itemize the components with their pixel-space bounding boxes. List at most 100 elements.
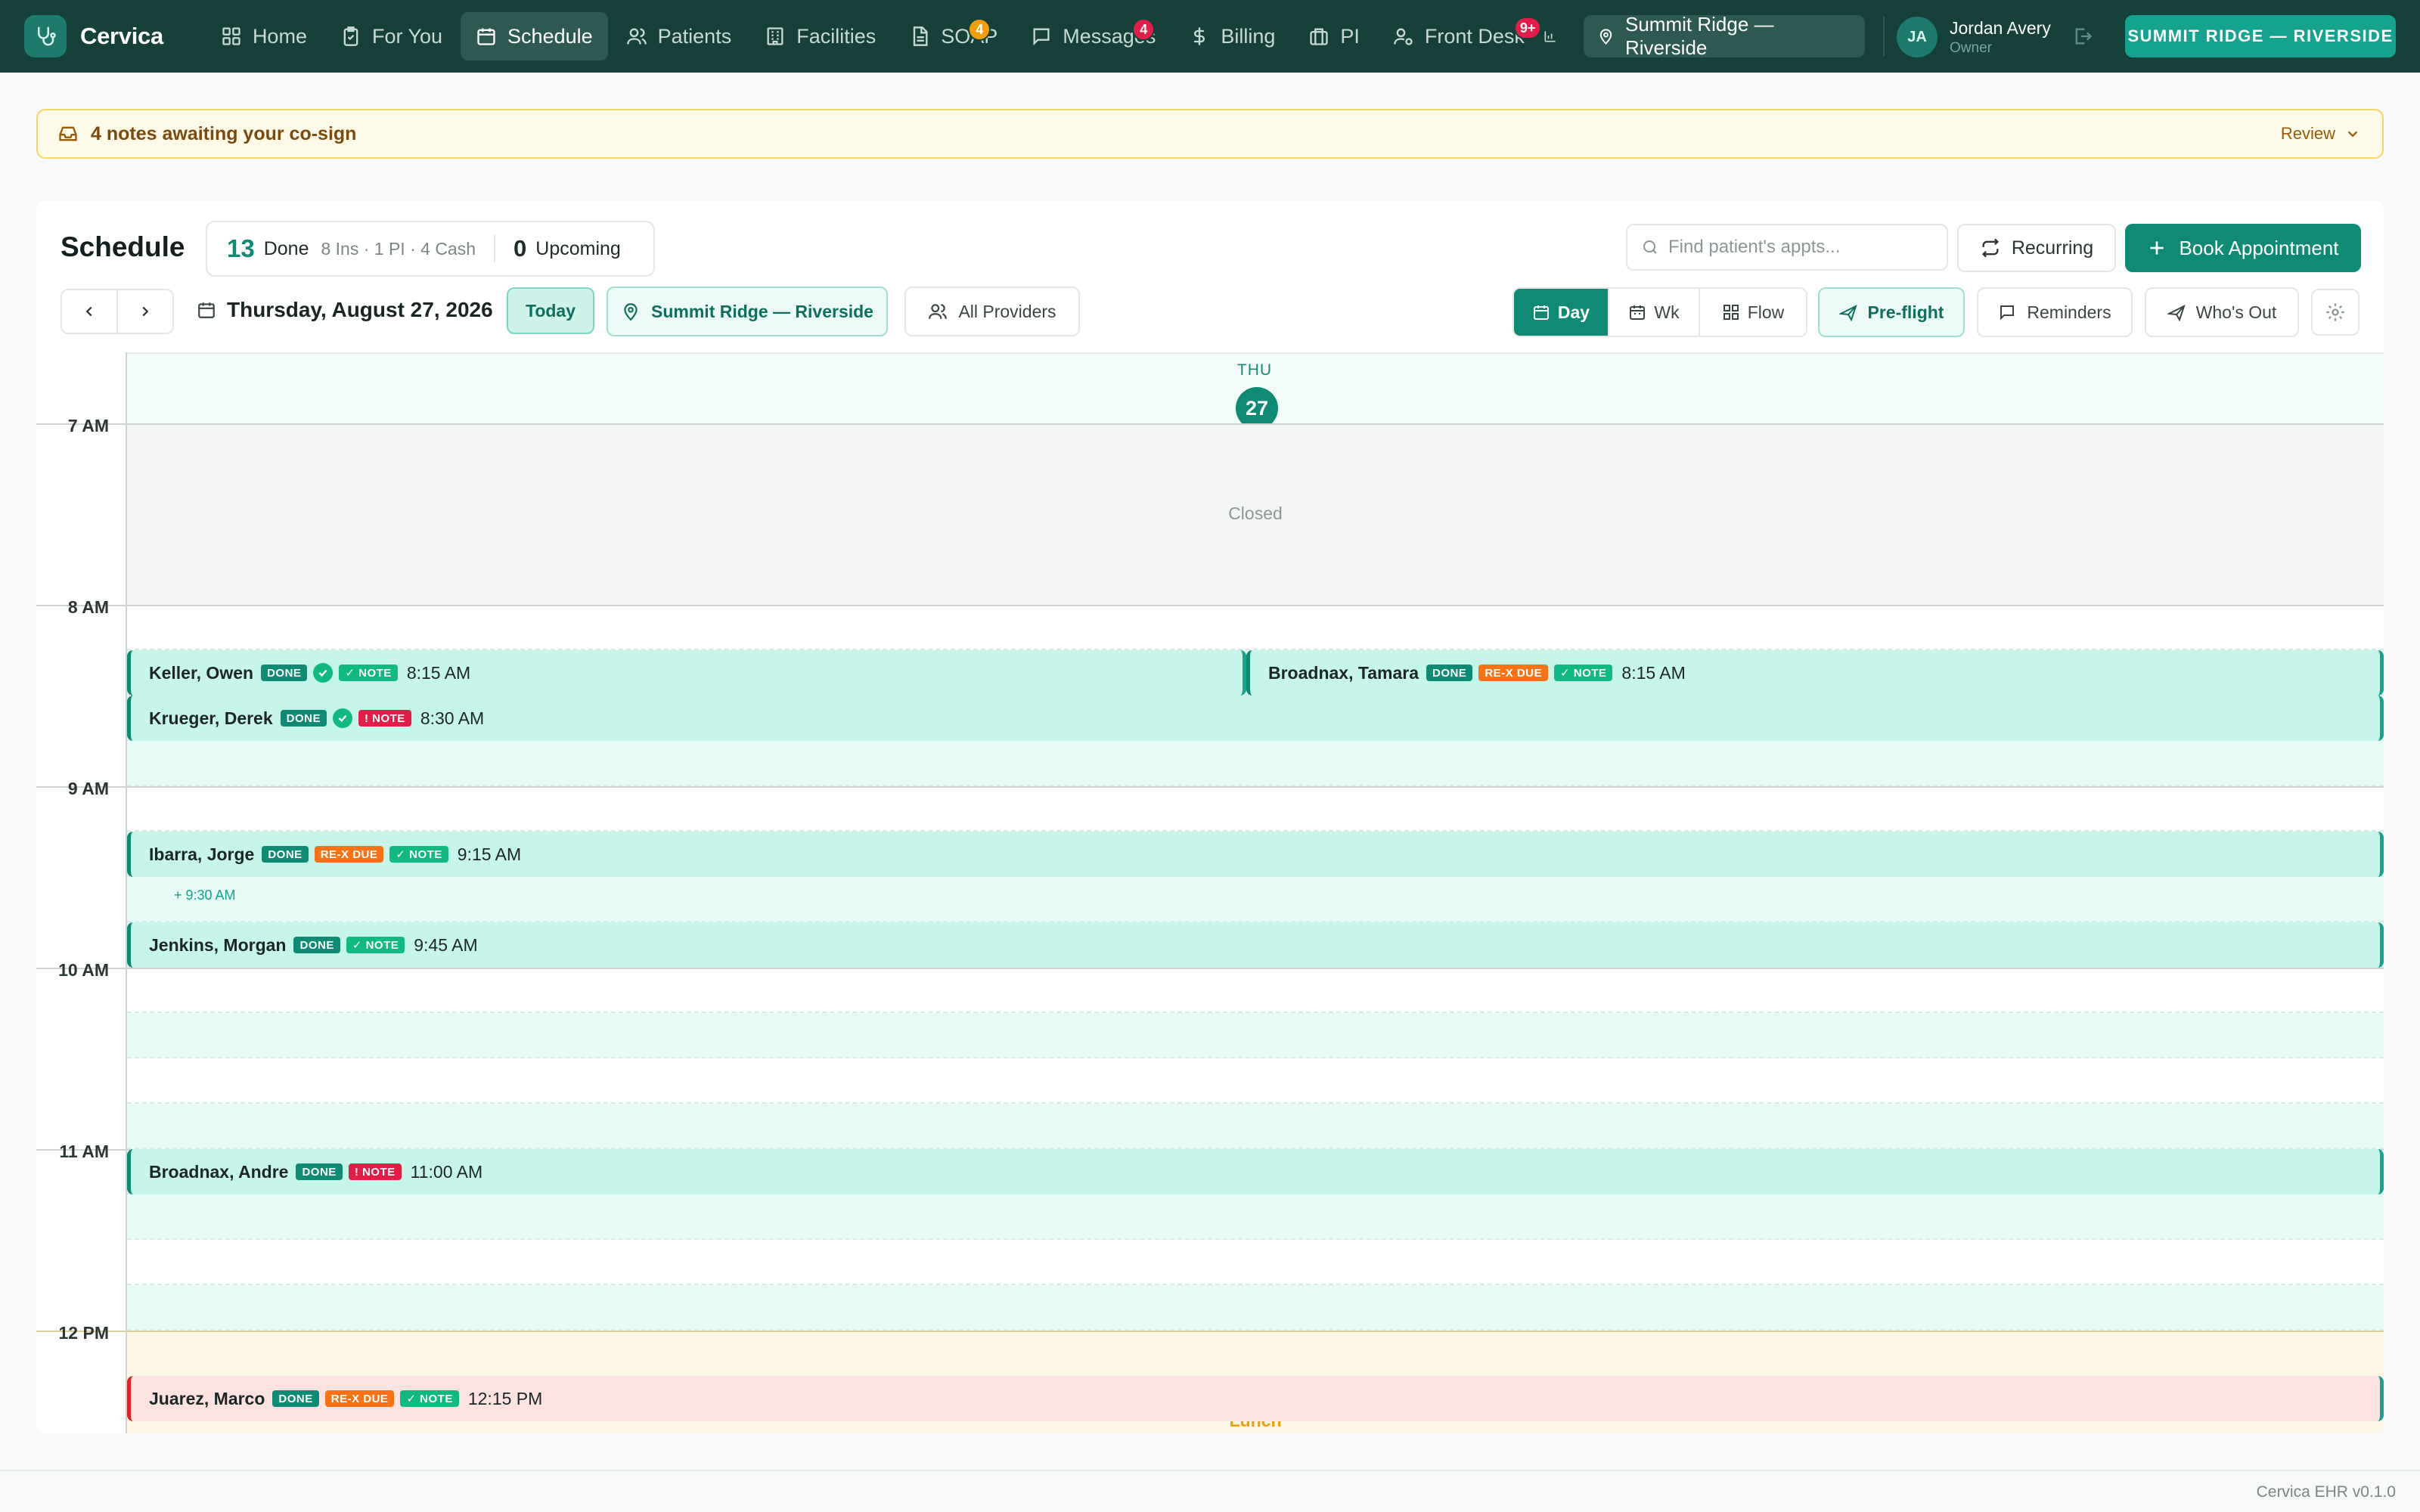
search-icon <box>1643 240 1657 254</box>
appointment-card[interactable]: Krueger, Derek DONE ! NOTE 8:30 AM <box>127 696 2384 741</box>
chat-icon <box>1033 28 1050 46</box>
nav-label: Schedule <box>507 24 593 48</box>
preflight-button[interactable]: Pre-flight <box>1818 287 1965 337</box>
nav-item-front-desk[interactable]: Front Desk 9+ <box>1378 12 1542 60</box>
whos-out-label: Who's Out <box>2195 302 2277 322</box>
logout-icon[interactable] <box>2072 26 2093 47</box>
building-icon <box>767 27 783 45</box>
note-complete-tag: ✓ NOTE <box>339 665 398 681</box>
appointment-card[interactable]: Broadnax, Tamara DONE RE-X DUE ✓ NOTE 8:… <box>1246 650 2384 696</box>
briefcase-icon <box>1310 28 1329 45</box>
view-flow-button[interactable]: Flow <box>1700 289 1806 336</box>
whos-out-button[interactable]: Who's Out <box>2145 287 2299 337</box>
inbox-icon <box>59 126 77 141</box>
hour-label: 12 PM <box>58 1323 109 1343</box>
avatar[interactable]: JA <box>1897 17 1938 57</box>
time-slot[interactable] <box>127 605 2384 650</box>
today-button[interactable]: Today <box>507 287 594 334</box>
calendar-icon <box>198 302 215 318</box>
nav-item-billing[interactable]: Billing <box>1174 12 1290 60</box>
done-breakdown: 8 Ins · 1 PI · 4 Cash <box>321 238 476 259</box>
nav-item-soap[interactable]: SOAP 4 <box>894 12 1013 60</box>
appointment-card[interactable]: Keller, Owen DONE ✓ NOTE 8:15 AM <box>127 650 1246 696</box>
settings-button[interactable] <box>2311 289 2360 336</box>
book-appointment-button[interactable]: Book Appointment <box>2125 224 2361 272</box>
nav-label: Billing <box>1221 24 1276 48</box>
brand[interactable]: Cervica <box>24 15 163 57</box>
note-complete-tag: ✓ NOTE <box>389 846 448 863</box>
appointment-card[interactable]: Ibarra, Jorge DONE RE-X DUE ✓ NOTE 9:15 … <box>127 832 2384 877</box>
document-icon <box>914 26 928 46</box>
done-tag: DONE <box>280 710 327 727</box>
upcoming-count: 0 <box>513 235 527 262</box>
hour-label: 11 AM <box>59 1142 109 1161</box>
patient-name: Keller, Owen <box>149 662 254 683</box>
done-count: 13 <box>227 234 255 262</box>
add-appointment-slot[interactable]: + 9:30 AM <box>174 888 236 903</box>
calendar-week-icon <box>1630 305 1646 320</box>
nav-item-for-you[interactable]: For You <box>325 12 458 60</box>
recurring-button[interactable]: Recurring <box>1957 224 2116 272</box>
top-navigation: Cervica Home For You Schedule Patients F… <box>0 0 2420 73</box>
time-slot[interactable] <box>127 1104 2384 1149</box>
nav-item-facilities[interactable]: Facilities <box>749 12 891 60</box>
reexam-due-tag: RE-X DUE <box>314 846 384 863</box>
nav-item-pi[interactable]: PI <box>1293 12 1375 60</box>
providers-filter-label: All Providers <box>958 301 1056 321</box>
hour-line <box>36 968 2384 969</box>
patient-name: Jenkins, Morgan <box>149 934 287 955</box>
time-slot[interactable] <box>127 1058 2384 1104</box>
appointment-time: 8:15 AM <box>1621 662 1686 683</box>
reminders-button[interactable]: Reminders <box>1977 287 2133 337</box>
dollar-icon <box>1194 27 1205 45</box>
time-slot[interactable] <box>127 1240 2384 1285</box>
location-switcher[interactable]: Summit Ridge — Riverside <box>1584 13 1865 59</box>
appointment-card[interactable]: Juarez, Marco DONE RE-X DUE ✓ NOTE 12:15… <box>127 1376 2384 1421</box>
calendar-icon <box>1533 305 1549 320</box>
note-complete-tag: ✓ NOTE <box>346 937 405 953</box>
clipboard-icon <box>343 26 358 46</box>
location-filter[interactable]: Summit Ridge — Riverside <box>607 287 888 336</box>
note-complete-tag: ✓ NOTE <box>400 1390 459 1407</box>
clinic-button[interactable]: SUMMIT RIDGE — RIVERSIDE <box>2125 15 2396 57</box>
done-tag: DONE <box>293 937 340 953</box>
patient-name: Juarez, Marco <box>149 1388 265 1408</box>
done-tag: DONE <box>296 1163 343 1180</box>
closed-label: Closed <box>1228 503 1283 523</box>
brand-name: Cervica <box>80 23 163 49</box>
stats-divider <box>494 235 496 262</box>
time-slot[interactable] <box>127 741 2384 786</box>
reexam-due-tag: RE-X DUE <box>324 1390 395 1407</box>
nav-label: Home <box>252 24 307 48</box>
nav-item-home[interactable]: Home <box>206 12 322 60</box>
chart-bar-icon[interactable] <box>1543 12 1558 60</box>
previous-day-button[interactable] <box>62 290 116 333</box>
time-slot[interactable] <box>127 1013 2384 1058</box>
providers-filter[interactable]: All Providers <box>904 287 1080 336</box>
search-input[interactable]: Find patient's appts... <box>1626 224 1948 271</box>
user-info[interactable]: Jordan Avery Owner <box>1950 18 2051 57</box>
view-week-button[interactable]: Wk <box>1609 289 1700 336</box>
note-complete-tag: ✓ NOTE <box>1554 665 1613 681</box>
nav-item-schedule[interactable]: Schedule <box>461 12 608 60</box>
hour-line <box>36 1331 2384 1332</box>
view-day-button[interactable]: Day <box>1514 289 1609 336</box>
appointment-card[interactable]: Jenkins, Morgan DONE ✓ NOTE 9:45 AM <box>127 922 2384 968</box>
time-slot[interactable] <box>127 1194 2384 1240</box>
appointment-card[interactable]: Broadnax, Andre DONE ! NOTE 11:00 AM <box>127 1149 2384 1194</box>
time-slot[interactable] <box>127 1285 2384 1331</box>
appointment-time: 8:30 AM <box>420 708 485 728</box>
next-day-button[interactable] <box>118 290 172 333</box>
time-slot[interactable] <box>127 786 2384 832</box>
hour-line <box>36 423 2384 425</box>
date-picker[interactable]: Thursday, August 27, 2026 <box>197 298 493 322</box>
hour-line <box>36 786 2384 788</box>
time-slot[interactable] <box>127 968 2384 1013</box>
time-slot[interactable] <box>127 877 2384 922</box>
nav-item-patients[interactable]: Patients <box>611 12 747 60</box>
review-button[interactable]: Review <box>2281 110 2361 157</box>
hour-label: 7 AM <box>67 416 109 435</box>
nav-item-messages[interactable]: Messages 4 <box>1016 12 1171 60</box>
nav-divider <box>1883 17 1885 56</box>
repeat-icon <box>1981 238 1999 258</box>
